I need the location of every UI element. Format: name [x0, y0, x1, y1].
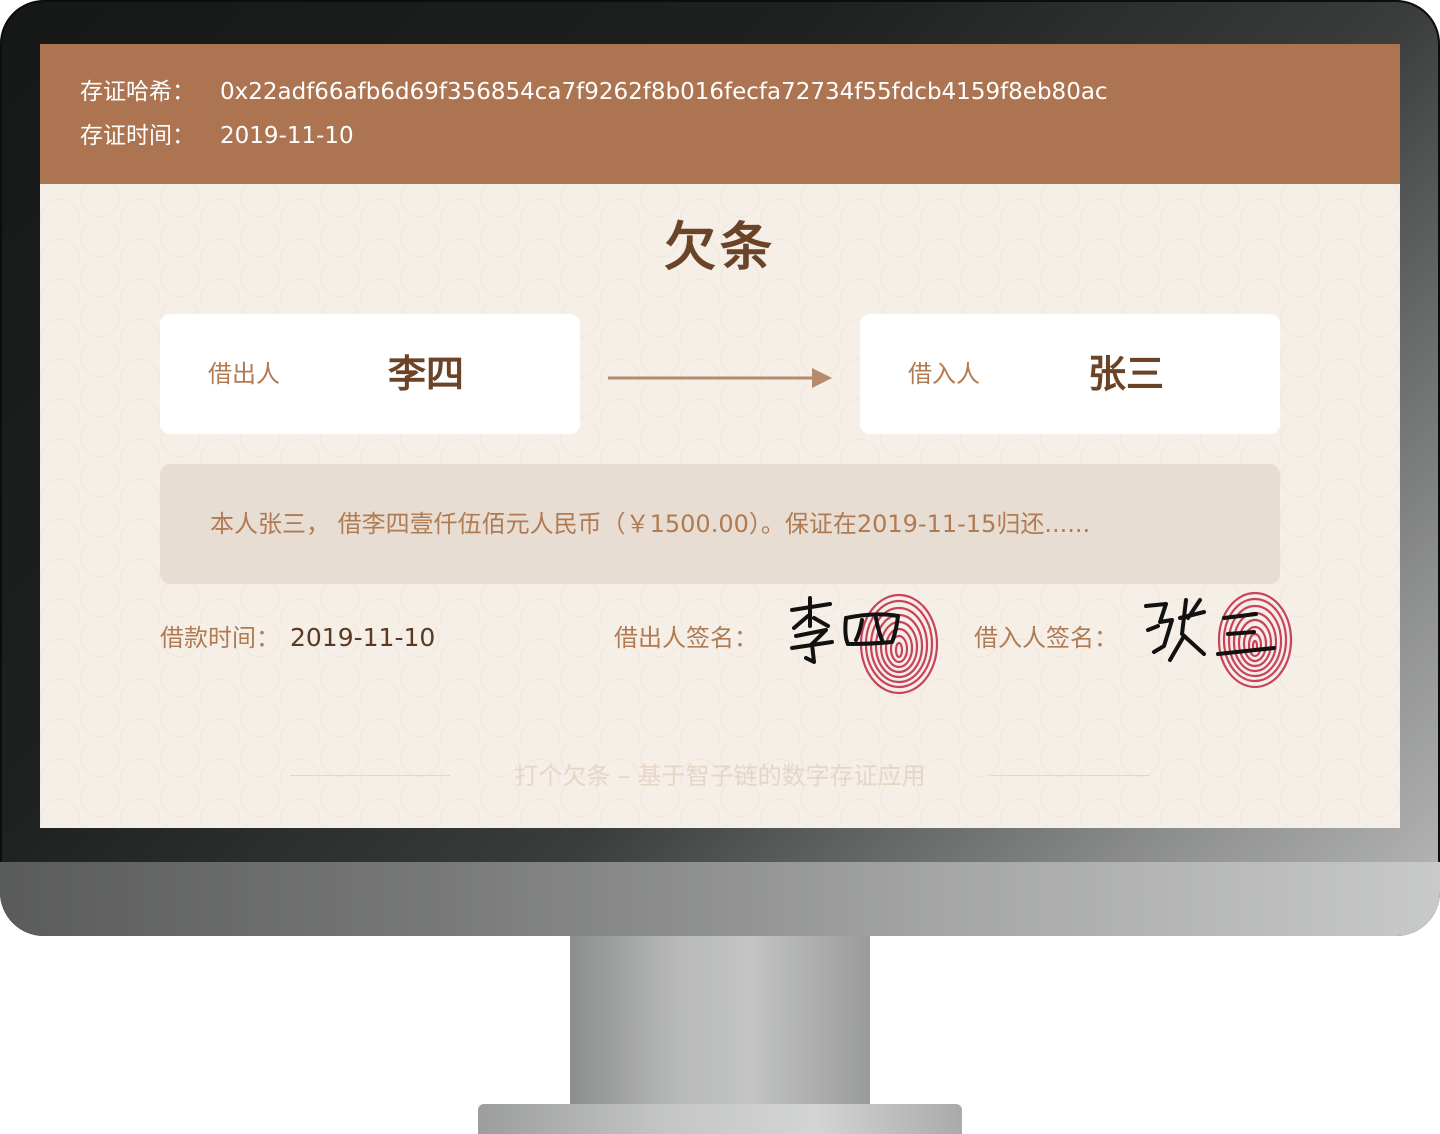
lender-role-label: 借出人 [208, 360, 280, 388]
arrow-right-icon [608, 368, 832, 388]
borrower-sign: 借入人签名： [974, 618, 1118, 658]
evidence-hash-value: 0x22adf66afb6d69f356854ca7f9262f8b016fec… [220, 79, 1108, 105]
loan-terms-text: 本人张三， 借李四壹仟伍佰元人民币（￥1500.00）。保证在2019-11-1… [210, 510, 1091, 538]
footer: 打个欠条 – 基于智子链的数字存证应用 [40, 756, 1400, 796]
evidence-hash-label: 存证哈希： [80, 79, 195, 105]
evidence-hash-row: 存证哈希： 0x22adf66afb6d69f356854ca7f9262f8b0… [80, 77, 1108, 107]
borrower-signature [1144, 598, 1276, 662]
evidence-time-value: 2019-11-10 [220, 123, 354, 149]
lender-card: 借出人 李四 [160, 314, 580, 434]
monitor-chin [0, 862, 1440, 936]
monitor-stand-base [478, 1104, 962, 1134]
screen: 存证哈希： 0x22adf66afb6d69f356854ca7f9262f8b0… [40, 44, 1400, 828]
lender-sign-label: 借出人签名： [614, 624, 758, 652]
lender-sign: 借出人签名： [614, 618, 758, 658]
borrower-name: 张三 [1088, 352, 1165, 396]
borrower-role-label: 借入人 [908, 360, 980, 388]
loan-time-label: 借款时间： [160, 624, 280, 652]
lender-signature [790, 596, 900, 664]
borrower-sign-label: 借入人签名： [974, 624, 1118, 652]
evidence-header: 存证哈希： 0x22adf66afb6d69f356854ca7f9262f8b0… [40, 44, 1400, 184]
monitor-stand [570, 936, 870, 1106]
loan-time: 借款时间： 2019-11-10 [160, 618, 435, 658]
evidence-time-row: 存证时间： 2019-11-10 [80, 121, 354, 151]
loan-time-value: 2019-11-10 [290, 623, 436, 652]
page-title: 欠条 [663, 217, 776, 278]
evidence-time-label: 存证时间： [80, 123, 195, 149]
borrower-card: 借入人 张三 [860, 314, 1280, 434]
footer-divider-right [990, 775, 1150, 776]
lender-name: 李四 [388, 352, 465, 396]
loan-terms-box: 本人张三， 借李四壹仟伍佰元人民币（￥1500.00）。保证在2019-11-1… [160, 464, 1280, 584]
footer-text: 打个欠条 – 基于智子链的数字存证应用 [514, 762, 926, 790]
